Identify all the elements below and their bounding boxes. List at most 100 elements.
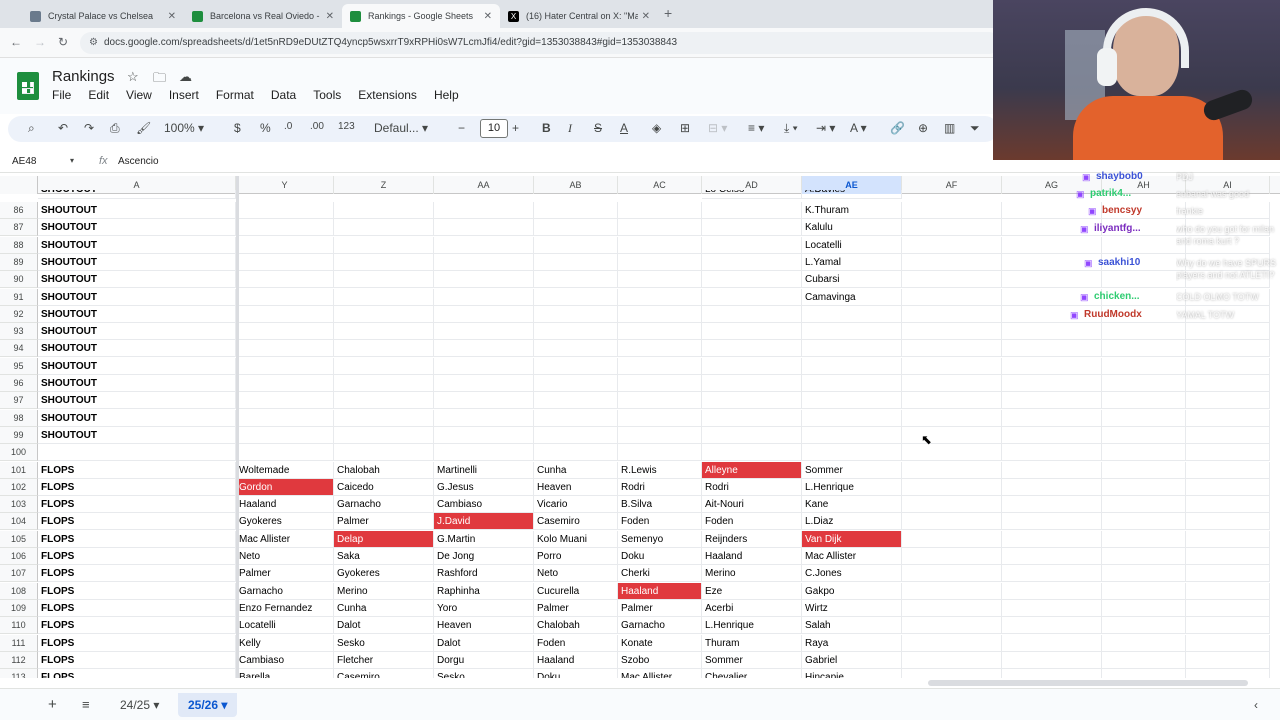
row-header[interactable]: 106 [0,548,38,565]
grid-cell[interactable] [702,444,802,462]
grid-cell[interactable] [434,444,534,462]
grid-cell[interactable] [902,288,1002,306]
grid-cell[interactable] [334,375,434,392]
grid-cell[interactable] [1002,426,1102,444]
grid-cell[interactable] [902,357,1002,375]
menu-help[interactable]: Help [434,88,459,102]
column-header-z[interactable]: Z [334,176,434,194]
grid-cell[interactable] [334,202,434,219]
grid-cell[interactable] [618,253,702,271]
grid-cell-partial[interactable]: Lo Celso [702,190,802,199]
grid-cell[interactable]: Woltemade [236,461,334,479]
italic-icon[interactable]: I [568,121,572,136]
increase-font-size-button[interactable]: + [512,121,519,135]
grid-cell[interactable] [434,288,534,306]
redo-icon[interactable]: ↷ [84,121,94,135]
grid-cell[interactable]: SHOUTOUT [38,340,236,358]
grid-cell[interactable] [434,409,534,427]
grid-cell[interactable] [1102,461,1186,479]
row-header[interactable]: 107 [0,565,38,583]
grid-cell[interactable]: Cucurella [534,582,618,600]
row-header[interactable]: 88 [0,236,38,254]
grid-cell[interactable]: FLOPS [38,496,236,514]
grid-cell[interactable] [434,357,534,375]
grid-cell[interactable]: Casemiro [334,669,434,678]
url-field[interactable]: ⚙ docs.google.com/spreadsheets/d/1et5nRD… [80,32,1000,54]
menu-insert[interactable]: Insert [169,88,199,102]
select-all-corner[interactable] [0,176,38,194]
grid-cell[interactable]: FLOPS [38,548,236,565]
grid-cell[interactable] [902,478,1002,496]
grid-cell[interactable] [534,288,618,306]
grid-cell[interactable] [1186,582,1270,600]
grid-cell[interactable] [434,271,534,289]
grid-cell[interactable] [1102,444,1186,462]
all-sheets-icon[interactable]: ≡ [72,693,100,717]
fill-color-icon[interactable]: ◈ [652,121,661,135]
grid-cell[interactable]: Foden [702,513,802,531]
grid-cell[interactable] [702,409,802,427]
sheets-logo-icon[interactable] [17,72,39,100]
grid-cell[interactable]: Kelly [236,634,334,652]
grid-cell[interactable] [434,323,534,341]
grid-cell[interactable] [702,219,802,237]
grid-cell[interactable] [618,340,702,358]
grid-cell[interactable] [1186,651,1270,669]
row-header[interactable]: 99 [0,426,38,444]
grid-cell[interactable] [1002,513,1102,531]
grid-cell[interactable] [902,461,1002,479]
grid-cell[interactable] [702,236,802,254]
grid-cell[interactable] [902,530,1002,548]
back-icon[interactable]: ← [10,35,22,49]
horizontal-align-icon[interactable]: ≡ ▾ [748,121,764,135]
grid-cell[interactable] [1002,599,1102,617]
browser-tab[interactable]: Barcelona vs Real Oviedo - live ✕ [184,4,342,28]
grid-cell[interactable] [236,202,334,219]
row-header[interactable]: 93 [0,323,38,341]
grid-cell[interactable]: Garnacho [236,582,334,600]
grid-cell[interactable] [1002,548,1102,565]
grid-cell[interactable]: Foden [618,513,702,531]
row-header[interactable]: 112 [0,651,38,669]
grid-cell[interactable]: G.Martin [434,530,534,548]
decrease-font-size-button[interactable]: − [458,121,465,135]
grid-cell[interactable]: Semenyo [618,530,702,548]
grid-cell[interactable] [902,651,1002,669]
grid-cell[interactable]: K.Thuram [802,202,902,219]
grid-cell[interactable] [802,375,902,392]
grid-cell[interactable] [1102,357,1186,375]
grid-cell[interactable]: Saka [334,548,434,565]
grid-cell-partial[interactable]: A.Davies [802,190,902,199]
name-box[interactable]: AE48 [12,156,36,167]
paint-format-icon[interactable]: 🖌 [136,121,151,135]
chat-username[interactable]: saakhi10 [1098,257,1140,268]
grid-cell[interactable] [702,357,802,375]
grid-cell[interactable] [1102,375,1186,392]
grid-cell[interactable]: Doku [534,669,618,678]
grid-cell[interactable]: Cambiaso [434,496,534,514]
grid-cell[interactable]: Locatelli [802,236,902,254]
insert-comment-icon[interactable]: ⊕ [918,121,928,135]
grid-cell[interactable] [1102,582,1186,600]
menu-view[interactable]: View [126,88,152,102]
grid-cell[interactable] [618,357,702,375]
grid-cell[interactable]: FLOPS [38,617,236,635]
grid-cell[interactable] [1102,651,1186,669]
row-header[interactable]: 86 [0,202,38,219]
grid-cell[interactable]: Chalobah [534,617,618,635]
grid-cell[interactable]: Merino [702,565,802,583]
grid-cell[interactable] [334,288,434,306]
column-header-ab[interactable]: AB [534,176,618,194]
grid-cell[interactable] [1186,461,1270,479]
grid-cell[interactable] [434,219,534,237]
close-icon[interactable]: ✕ [484,11,492,22]
grid-cell[interactable]: Casemiro [534,513,618,531]
grid-cell[interactable] [1186,634,1270,652]
grid-cell[interactable] [334,426,434,444]
grid-cell[interactable] [1186,548,1270,565]
grid-cell[interactable] [1002,530,1102,548]
grid-cell-highlighted[interactable]: Gordon [236,478,334,496]
print-icon[interactable]: ⎙ [110,121,120,136]
menu-file[interactable]: File [52,88,71,102]
grid-cell[interactable] [1002,461,1102,479]
